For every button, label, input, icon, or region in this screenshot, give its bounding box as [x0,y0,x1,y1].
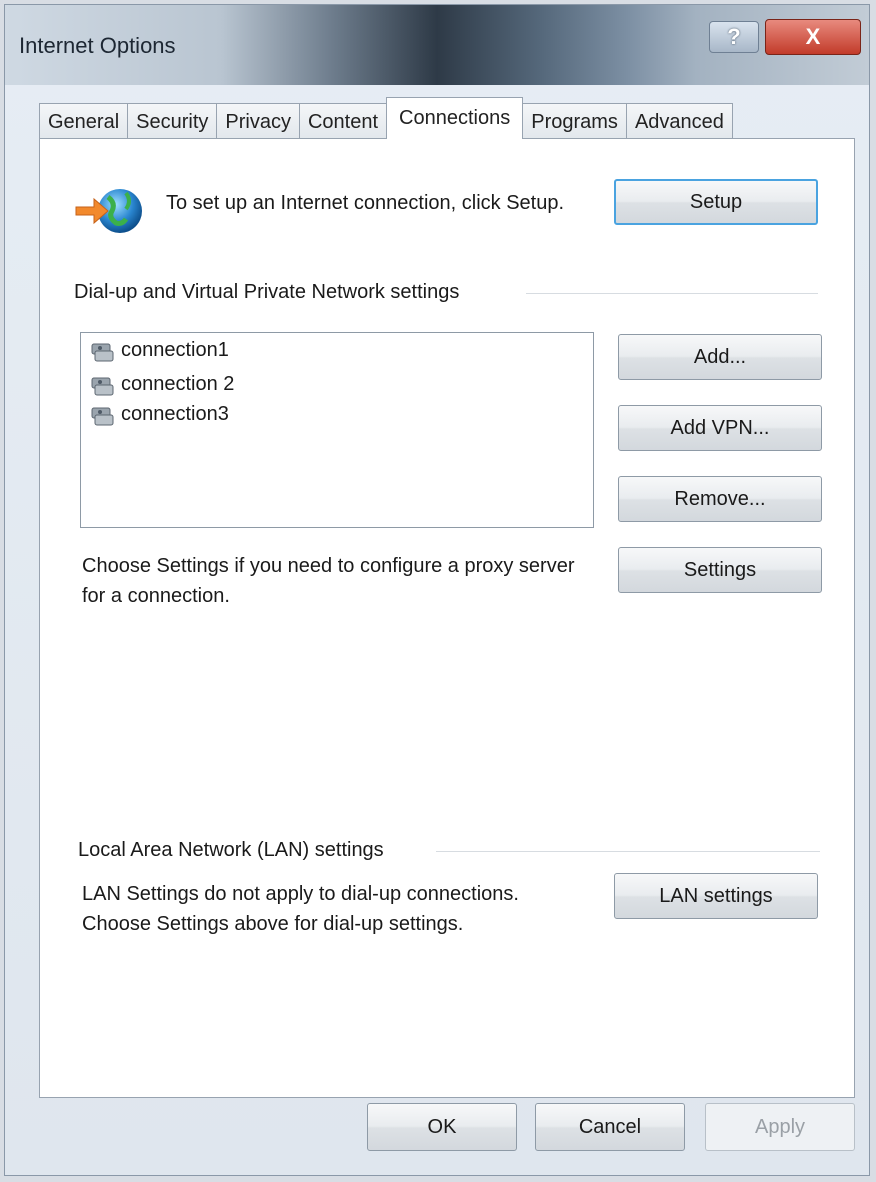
lan-section-divider [436,851,820,852]
setup-button[interactable]: Setup [614,179,818,225]
network-connection-icon [91,377,114,396]
proxy-description: Choose Settings if you need to configure… [82,555,575,607]
lan-description: LAN Settings do not apply to dial-up con… [82,883,519,935]
dialup-section-heading: Dial-up and Virtual Private Network sett… [74,281,460,303]
cancel-button[interactable]: Cancel [535,1103,685,1151]
network-connection-icon [91,343,114,362]
connections-panel: To set up an Internet connection, click … [39,138,855,1098]
connections-listbox[interactable]: connection1 connection 2 connection3 [80,332,594,528]
add-vpn-button[interactable]: Add VPN... [618,405,822,451]
ok-button[interactable]: OK [367,1103,517,1151]
add-button[interactable]: Add... [618,334,822,380]
tab-advanced[interactable]: Advanced [625,103,733,139]
tab-general[interactable]: General [39,103,129,139]
network-connection-icon [91,407,114,426]
remove-button[interactable]: Remove... [618,476,822,522]
tab-security[interactable]: Security [127,103,218,139]
list-item[interactable]: connection3 [89,399,229,429]
lan-section-heading: Local Area Network (LAN) settings [78,839,384,861]
tab-privacy[interactable]: Privacy [216,103,300,139]
help-button[interactable]: ? [709,21,759,53]
settings-button[interactable]: Settings [618,547,822,593]
list-item[interactable]: connection 2 [89,369,234,399]
tab-connections[interactable]: Connections [386,97,524,139]
tab-content[interactable]: Content [298,103,388,139]
dialup-section-divider [526,293,818,294]
connection-name: connection1 [121,338,229,361]
internet-options-window: Internet Options ? X General Security Pr… [4,4,870,1176]
connection-name: connection 2 [121,372,235,395]
internet-globe-icon [75,189,142,233]
connection-name: connection3 [121,402,229,425]
tab-strip: General Security Privacy Content Connect… [39,97,733,139]
lan-settings-button[interactable]: LAN settings [614,873,818,919]
tab-programs[interactable]: Programs [522,103,627,139]
apply-button[interactable]: Apply [705,1103,855,1151]
close-button[interactable]: X [765,19,861,55]
window-title: Internet Options [19,33,176,58]
setup-description: To set up an Internet connection, click … [166,192,565,214]
title-bar[interactable]: Internet Options ? X [5,5,869,85]
list-item[interactable]: connection1 [89,335,229,365]
